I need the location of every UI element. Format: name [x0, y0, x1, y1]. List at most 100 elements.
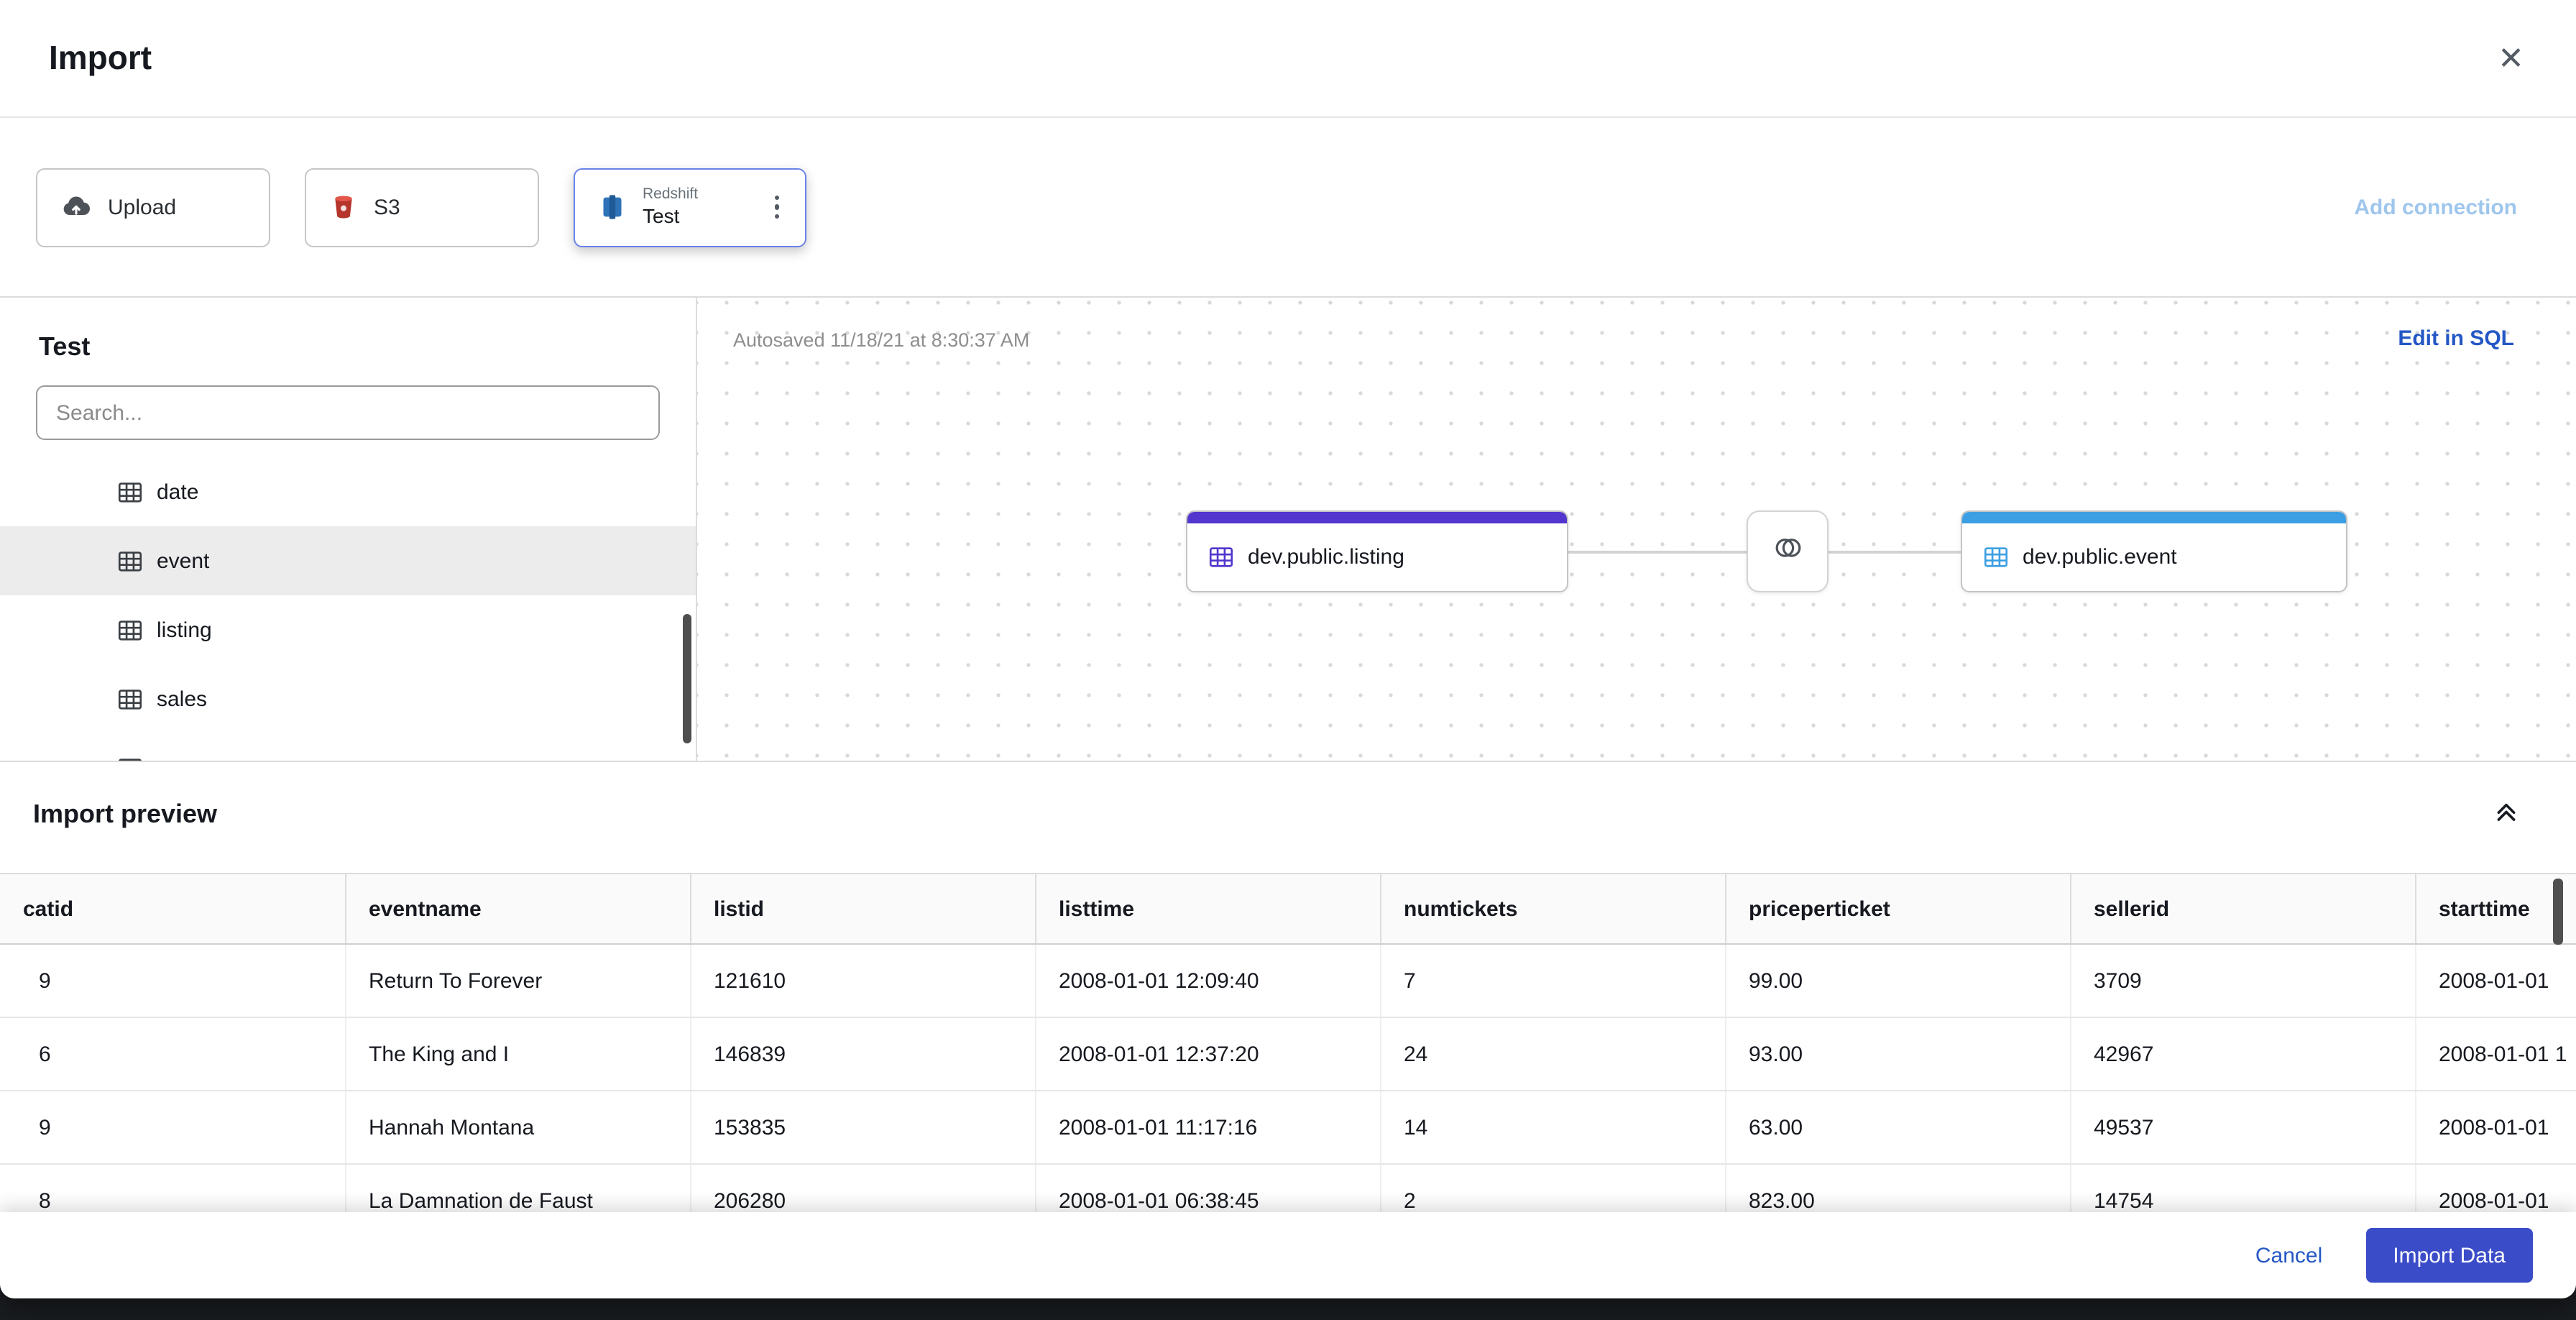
join-edge-right [1828, 551, 1961, 554]
column-header-starttime: starttime [2415, 873, 2576, 945]
page-title: Import [49, 39, 152, 76]
table-cell: 2008-01-01 06:38:45 [1035, 1164, 1381, 1212]
connection-row: Upload S3 Redshift Test Add connection [0, 118, 2576, 296]
table-cell: The King and I [345, 1017, 691, 1091]
node-label: dev.public.event [2023, 545, 2177, 569]
upload-card[interactable]: Upload [36, 168, 270, 247]
table-cell: 9 [0, 944, 346, 1018]
preview-title: Import preview [33, 799, 218, 828]
import-dialog-screen: Import ✕ Upload S3 Redshift Test Add con… [0, 0, 2576, 1320]
table-icon [118, 549, 142, 573]
table-cell: 206280 [690, 1164, 1036, 1212]
sidebar-scrollbar[interactable] [683, 614, 691, 743]
add-connection-button[interactable]: Add connection [2354, 195, 2517, 219]
join-edge-left [1568, 551, 1747, 554]
table-cell: 153835 [690, 1091, 1036, 1165]
connection-type-label: Redshift [643, 185, 699, 203]
table-cell: 24 [1380, 1017, 1726, 1091]
table-cell: 2 [1380, 1164, 1726, 1212]
import-preview-section: Import preview catid eventname listid listt… [0, 761, 2576, 1212]
column-header-sellerid: sellerid [2070, 873, 2416, 945]
redshift-connection-card[interactable]: Redshift Test [574, 168, 806, 247]
s3-icon [329, 193, 358, 221]
table-cell: 2008-01-01 [2415, 1164, 2576, 1212]
column-header-listid: listid [690, 873, 1036, 945]
chevrons-up-icon [2494, 799, 2518, 828]
table-name: date [157, 480, 199, 504]
table-row: 8 La Damnation de Faust 206280 2008-01-01 0… [0, 1164, 2576, 1212]
node-accent-bar [1187, 512, 1567, 523]
node-dev-public-event[interactable]: dev.public.event [1961, 510, 2347, 592]
table-cell: 14 [1380, 1091, 1726, 1165]
edit-in-sql-link[interactable]: Edit in SQL [2398, 326, 2514, 351]
column-header-catid: catid [0, 873, 346, 945]
table-cell: 9 [0, 1091, 346, 1165]
table-icon [1984, 545, 2008, 569]
column-header-listtime: listtime [1035, 873, 1381, 945]
s3-card[interactable]: S3 [305, 168, 539, 247]
table-cell: 2008-01-01 12:09:40 [1035, 944, 1381, 1018]
redshift-connection-info: Redshift Test [643, 185, 698, 229]
table-cell: 146839 [690, 1017, 1036, 1091]
table-icon [118, 756, 142, 761]
sidebar-item-event[interactable]: event [0, 526, 696, 595]
tables-sidebar: Test date event listing sales users [0, 298, 697, 761]
column-header-eventname: eventname [345, 873, 691, 945]
table-cell: 2008-01-01 11:17:16 [1035, 1091, 1381, 1165]
column-header-numtickets: numtickets [1380, 873, 1726, 945]
table-cell: 93.00 [1725, 1017, 2071, 1091]
redshift-icon [598, 193, 627, 221]
sidebar-title: Test [39, 332, 91, 361]
sidebar-item-users[interactable]: users [0, 733, 696, 761]
search-input[interactable] [36, 385, 660, 440]
table-name: listing [157, 618, 212, 642]
join-venn-icon [1770, 531, 1805, 572]
node-dev-public-listing[interactable]: dev.public.listing [1186, 510, 1568, 592]
table-cell: 99.00 [1725, 944, 2071, 1018]
kebab-menu-icon[interactable] [771, 190, 782, 225]
sidebar-item-listing[interactable]: listing [0, 595, 696, 664]
table-row: 9 Return To Forever 121610 2008-01-01 12:09… [0, 944, 2576, 1018]
table-list: date event listing sales users [0, 457, 696, 761]
table-cell: 121610 [690, 944, 1036, 1018]
table-cell: Hannah Montana [345, 1091, 691, 1165]
table-icon [1209, 545, 1233, 569]
preview-table-wrap: catid eventname listid listtime numtickets pr… [0, 873, 2576, 1212]
import-data-button[interactable]: Import Data [2365, 1228, 2533, 1283]
table-cell: 6 [0, 1017, 346, 1091]
cloud-upload-icon [60, 191, 92, 223]
table-cell: 2008-01-01 [2415, 1091, 2576, 1165]
table-cell: 49537 [2070, 1091, 2416, 1165]
table-cell: 823.00 [1725, 1164, 2071, 1212]
table-icon [118, 480, 142, 504]
table-cell: 2008-01-01 [2415, 944, 2576, 1018]
node-label: dev.public.listing [1248, 545, 1404, 569]
import-dialog: Import ✕ Upload S3 Redshift Test Add con… [0, 0, 2576, 1298]
connection-name: Test [643, 203, 680, 227]
cancel-button[interactable]: Cancel [2255, 1243, 2322, 1268]
table-cell: Return To Forever [345, 944, 691, 1018]
table-row: 6 The King and I 146839 2008-01-01 12:37:20… [0, 1017, 2576, 1091]
preview-scrollbar[interactable] [2553, 879, 2563, 945]
table-name: users [157, 756, 209, 761]
sidebar-item-date[interactable]: date [0, 457, 696, 526]
table-cell: 14754 [2070, 1164, 2416, 1212]
table-name: event [157, 549, 210, 573]
table-cell: 7 [1380, 944, 1726, 1018]
close-icon[interactable]: ✕ [2498, 42, 2524, 74]
collapse-preview-button[interactable] [2494, 799, 2518, 828]
dialog-footer: Cancel Import Data [0, 1212, 2576, 1298]
sidebar-item-sales[interactable]: sales [0, 664, 696, 733]
join-type-chip[interactable] [1747, 510, 1828, 592]
table-cell: 2008-01-01 1 [2415, 1017, 2576, 1091]
join-canvas: Autosaved 11/18/21 at 8:30:37 AM Edit in… [697, 298, 2576, 761]
table-icon [118, 687, 142, 711]
node-accent-bar [1962, 512, 2346, 523]
table-cell: La Damnation de Faust [345, 1164, 691, 1212]
header-row: catid eventname listid listtime numtickets pr… [0, 873, 2576, 945]
column-header-priceperticket: priceperticket [1725, 873, 2071, 945]
autosave-status: Autosaved 11/18/21 at 8:30:37 AM [733, 329, 1030, 351]
table-cell: 3709 [2070, 944, 2416, 1018]
table-cell: 2008-01-01 12:37:20 [1035, 1017, 1381, 1091]
s3-label: S3 [374, 195, 400, 219]
